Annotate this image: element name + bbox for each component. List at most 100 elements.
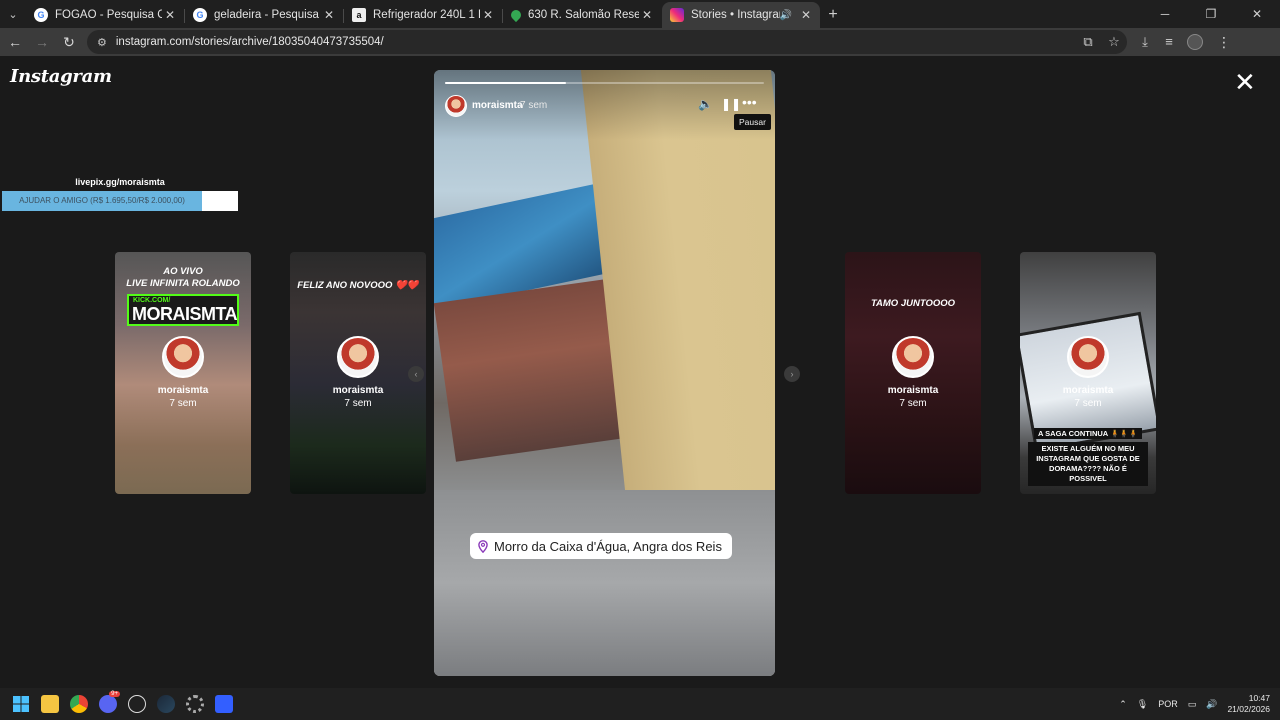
file-explorer-icon[interactable]: [35, 688, 64, 720]
google-icon: G: [193, 8, 207, 22]
bookmark-star-icon[interactable]: ☆: [1101, 34, 1127, 50]
pause-icon[interactable]: ❚❚: [721, 97, 741, 111]
microphone-icon[interactable]: 🎙: [1137, 699, 1148, 710]
windows-start-icon[interactable]: [6, 688, 35, 720]
forward-icon[interactable]: →: [30, 30, 54, 54]
close-tab-icon[interactable]: ✕: [321, 8, 337, 22]
story-card-2[interactable]: FELIZ ANO NOVOOO ❤️❤️ moraismta 7 sem: [290, 252, 426, 494]
stories-viewer: Instagram ✕ livepix.gg/moraismta AJUDAR …: [0, 56, 1280, 688]
close-icon[interactable]: ✕: [1234, 69, 1256, 95]
tab-maps[interactable]: 630 R. Salomão Reseck - Google ✕: [503, 2, 661, 28]
kick-big-text: MORAISMTA: [132, 304, 238, 324]
reload-icon[interactable]: ↻: [57, 30, 81, 54]
tab-title: geladeira - Pesquisa Google: [214, 9, 321, 21]
tab-refrigerador[interactable]: a Refrigerador 240L 1 Porta Classe ✕: [344, 2, 503, 28]
card-overlay-text: FELIZ ANO NOVOOO ❤️❤️: [297, 280, 419, 291]
story-username[interactable]: moraismta: [472, 100, 523, 111]
chrome-icon[interactable]: [64, 688, 93, 720]
avatar: [162, 336, 204, 378]
tab-search-icon[interactable]: ⌄: [0, 0, 26, 28]
previous-story-icon[interactable]: ‹: [408, 366, 424, 382]
kick-small-text: KICK.COM/: [133, 297, 171, 304]
avatar: [1067, 336, 1109, 378]
new-tab-button[interactable]: +: [821, 2, 845, 28]
display-icon[interactable]: ▭: [1188, 699, 1197, 710]
livepix-title: livepix.gg/moraismta: [75, 177, 165, 187]
speaker-icon[interactable]: 🔊: [780, 10, 792, 21]
download-icon[interactable]: ⤓: [1133, 34, 1157, 50]
tray-chevron-icon[interactable]: ⌃: [1119, 699, 1127, 710]
next-story-icon[interactable]: ›: [784, 366, 800, 382]
site-info-icon[interactable]: ⚙: [97, 36, 107, 49]
kick-banner: KICK.COM/ MORAISMTA: [127, 294, 239, 326]
minimize-icon[interactable]: ─: [1142, 0, 1188, 28]
windows-taskbar: 9+ ⌃ 🎙 POR ▭ 🔊 10:47 21/02/2026: [0, 688, 1280, 720]
volume-icon[interactable]: 🔈: [698, 97, 713, 111]
maximize-icon[interactable]: ❐: [1188, 0, 1234, 28]
card-time: 7 sem: [169, 398, 197, 409]
clock-time: 10:47: [1248, 693, 1270, 703]
tab-fogao[interactable]: G FOGAO - Pesquisa Google ✕: [26, 2, 185, 28]
close-tab-icon[interactable]: ✕: [480, 8, 496, 22]
story-progress-bar: [445, 82, 764, 84]
profile-avatar[interactable]: [1187, 34, 1203, 50]
avatar[interactable]: [445, 95, 467, 117]
story-card-1[interactable]: AO VIVO LIVE INFINITA ROLANDO KICK.COM/ …: [115, 252, 251, 494]
close-tab-icon[interactable]: ✕: [639, 8, 655, 22]
open-in-app-icon[interactable]: ⧉: [1075, 34, 1101, 50]
tab-geladeira[interactable]: G geladeira - Pesquisa Google ✕: [185, 2, 344, 28]
card-saga-text: A SAGA CONTINUA 🧍🧍🧍: [1034, 428, 1142, 439]
tab-strip: ⌄ G FOGAO - Pesquisa Google ✕ G geladeir…: [0, 0, 1280, 28]
menu-kebab-icon[interactable]: ⋮: [1212, 30, 1236, 54]
card-username: moraismta: [1062, 385, 1114, 396]
location-text: Morro da Caixa d'Água, Angra dos Reis: [494, 538, 722, 554]
story-card-4[interactable]: moraismta 7 sem A SAGA CONTINUA 🧍🧍🧍 EXIS…: [1020, 252, 1156, 494]
settings-icon[interactable]: [180, 688, 209, 720]
discord-badge: 9+: [109, 691, 120, 697]
steam-icon[interactable]: [151, 688, 180, 720]
card-time: 7 sem: [344, 398, 372, 409]
avatar: [337, 336, 379, 378]
tab-title: 630 R. Salomão Reseck - Google: [528, 9, 639, 21]
instagram-logo[interactable]: Instagram: [10, 66, 112, 87]
close-tab-icon[interactable]: ✕: [162, 8, 178, 22]
clock-app-icon[interactable]: [122, 688, 151, 720]
more-options-icon[interactable]: •••: [742, 94, 757, 110]
card-username: moraismta: [887, 385, 939, 396]
story-card-3[interactable]: TAMO JUNTOOOO moraismta 7 sem: [845, 252, 981, 494]
tab-instagram[interactable]: Stories • Instagram 🔊 ✕: [662, 2, 820, 28]
avatar: [892, 336, 934, 378]
livepix-label: AJUDAR O AMIGO (R$ 1.695,50/R$ 2.000,00): [19, 196, 185, 205]
card-username: moraismta: [332, 385, 384, 396]
story-progress-fill: [445, 82, 567, 84]
language-indicator[interactable]: POR: [1158, 699, 1178, 709]
close-window-icon[interactable]: ✕: [1234, 0, 1280, 28]
location-sticker[interactable]: Morro da Caixa d'Água, Angra dos Reis: [470, 533, 732, 559]
media-control-icon[interactable]: ≡: [1157, 34, 1181, 50]
active-story[interactable]: moraismta 7 sem 🔈 ❚❚ ••• Morro da Caixa …: [434, 70, 775, 676]
system-tray: ⌃ 🎙 POR ▭ 🔊 10:47 21/02/2026: [1109, 688, 1270, 720]
amazon-icon: a: [352, 8, 366, 22]
google-icon: G: [34, 8, 48, 22]
browser-toolbar: ← → ↻ ⚙ instagram.com/stories/archive/18…: [0, 28, 1280, 56]
card-time: 7 sem: [899, 398, 927, 409]
maps-icon: [508, 7, 524, 23]
pause-tooltip: Pausar: [734, 114, 771, 130]
close-tab-icon[interactable]: ✕: [798, 8, 814, 22]
discord-icon[interactable]: 9+: [93, 688, 122, 720]
roblox-icon[interactable]: [209, 688, 238, 720]
volume-icon[interactable]: 🔊: [1206, 699, 1217, 710]
card-time: 7 sem: [1074, 398, 1102, 409]
window-controls: ─ ❐ ✕: [1142, 0, 1280, 28]
card-overlay-text: TAMO JUNTOOOO: [870, 298, 956, 309]
clock[interactable]: 10:47 21/02/2026: [1227, 693, 1270, 715]
tab-title: Stories • Instagram: [691, 9, 780, 21]
card-overlay-text: AO VIVO LIVE INFINITA ROLANDO: [126, 266, 240, 289]
card-question-text: EXISTE ALGUÉM NO MEU INSTAGRAM QUE GOSTA…: [1028, 442, 1148, 486]
address-bar[interactable]: ⚙ instagram.com/stories/archive/18035040…: [87, 30, 1127, 54]
card-username: moraismta: [157, 385, 209, 396]
back-icon[interactable]: ←: [3, 30, 27, 54]
location-pin-icon: [478, 539, 488, 553]
livepix-progress-bar: AJUDAR O AMIGO (R$ 1.695,50/R$ 2.000,00): [2, 191, 238, 211]
url-text[interactable]: instagram.com/stories/archive/1803504047…: [116, 36, 384, 48]
